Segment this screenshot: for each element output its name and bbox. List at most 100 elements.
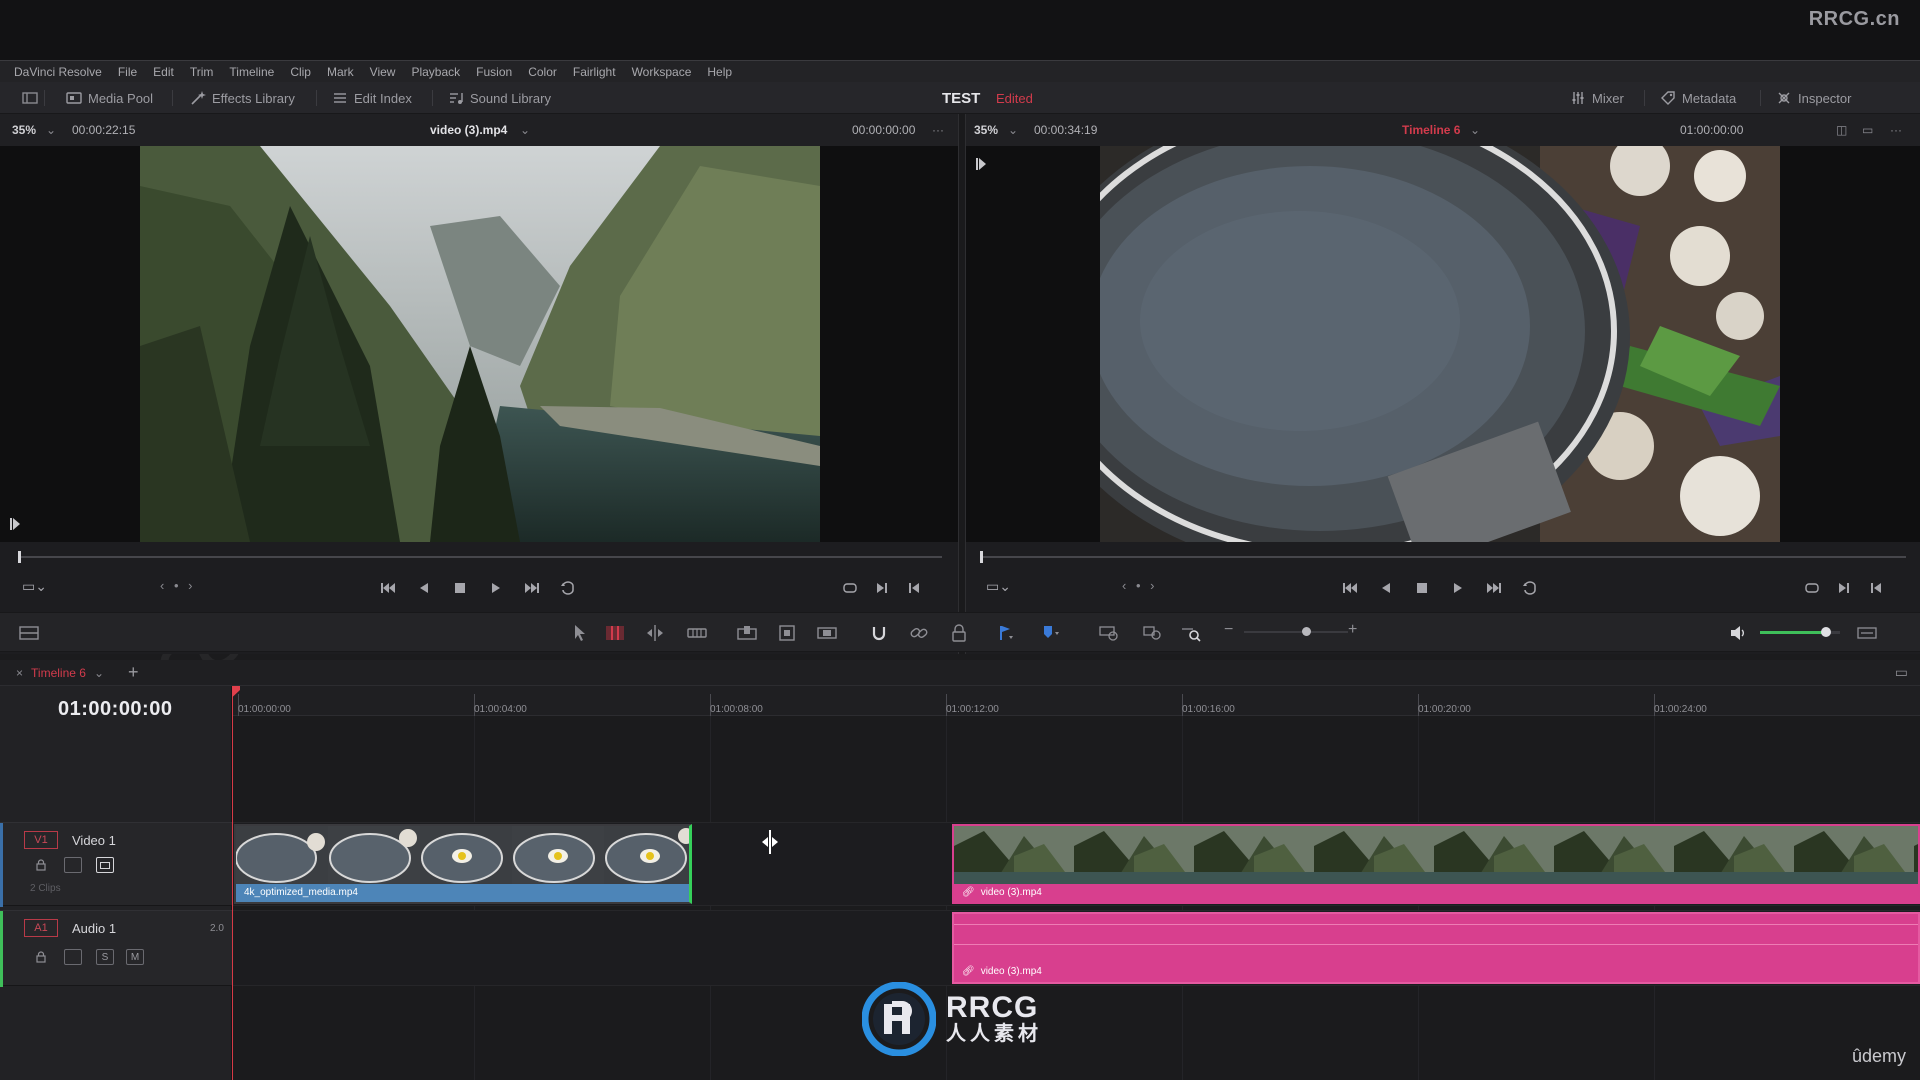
loop-icon[interactable] xyxy=(558,578,578,598)
lock-icon[interactable] xyxy=(32,949,50,965)
replace-clip-icon[interactable] xyxy=(816,623,838,643)
source-clip-name[interactable]: video (3).mp4 xyxy=(430,123,507,137)
media-pool-button[interactable]: Media Pool xyxy=(58,87,161,109)
timeline-viewer-playhead[interactable] xyxy=(980,551,983,563)
video-track-name[interactable]: Video 1 xyxy=(72,833,116,848)
skip-to-end-icon[interactable] xyxy=(522,578,542,598)
zoom-slider[interactable] xyxy=(1244,631,1348,633)
position-lock-icon[interactable] xyxy=(948,623,970,643)
menu-davinci-resolve[interactable]: DaVinci Resolve xyxy=(6,65,110,79)
viewer-mode-icon[interactable]: ◫ xyxy=(1836,123,1847,137)
mixer-button[interactable]: Mixer xyxy=(1562,87,1632,109)
play-reverse-icon[interactable] xyxy=(1376,578,1396,598)
video-track-header[interactable]: V1 Video 1 2 Clips xyxy=(0,822,232,907)
menu-color[interactable]: Color xyxy=(520,65,565,79)
mark-out-icon[interactable] xyxy=(1866,578,1886,598)
blade-icon[interactable] xyxy=(686,623,708,643)
marker-icon[interactable] xyxy=(1040,623,1062,643)
chevron-down-icon[interactable]: ⌄ xyxy=(94,666,104,680)
audio-meter-icon[interactable] xyxy=(1856,623,1878,643)
solo-button[interactable]: S xyxy=(96,949,114,965)
menu-playback[interactable]: Playback xyxy=(403,65,468,79)
snapping-magnet-icon[interactable] xyxy=(868,623,890,643)
timeline-ruler[interactable]: 01:00:00:00 01:00:04:00 01:00:08:00 01:0… xyxy=(232,686,1920,716)
panel-toggle-button[interactable] xyxy=(14,87,46,109)
menu-clip[interactable]: Clip xyxy=(282,65,319,79)
chevron-down-icon[interactable]: ⌄ xyxy=(1470,123,1480,137)
play-icon[interactable] xyxy=(1448,578,1468,598)
chevron-down-icon[interactable]: ⌄ xyxy=(46,123,56,137)
zoom-detail-icon[interactable] xyxy=(1142,623,1164,643)
menu-mark[interactable]: Mark xyxy=(319,65,362,79)
close-icon[interactable]: × xyxy=(16,666,23,680)
viewer-options-icon[interactable]: ▭⌄ xyxy=(986,578,1011,595)
loop-icon[interactable] xyxy=(1520,578,1540,598)
expand-panel-icon[interactable]: ▭ xyxy=(1895,664,1908,681)
tab-timeline[interactable]: × Timeline 6 ⌄ xyxy=(8,664,112,682)
timeline-name-select[interactable]: Timeline 6 xyxy=(1402,123,1460,137)
menu-trim[interactable]: Trim xyxy=(182,65,222,79)
mark-in-icon[interactable] xyxy=(976,156,986,172)
jog-control[interactable]: ‹ • › xyxy=(1122,578,1157,593)
source-scrubber[interactable] xyxy=(18,556,942,558)
play-icon[interactable] xyxy=(486,578,506,598)
source-playhead[interactable] xyxy=(18,551,21,563)
mark-in-icon[interactable] xyxy=(10,516,20,532)
match-frame-icon[interactable] xyxy=(840,578,860,598)
menu-fairlight[interactable]: Fairlight xyxy=(565,65,624,79)
skip-to-start-icon[interactable] xyxy=(378,578,398,598)
video-clip-video-3[interactable]: 🔗︎ video (3).mp4 xyxy=(952,824,1920,904)
timeline-playhead[interactable] xyxy=(232,686,240,1080)
audio-track-header[interactable]: A1 Audio 1 2.0 S M xyxy=(0,910,232,987)
mark-in-icon[interactable] xyxy=(872,578,892,598)
zoom-slider-handle[interactable] xyxy=(1302,627,1311,636)
video-clip-4k-optimized[interactable]: 4k_optimized_media.mp4 xyxy=(234,824,692,904)
skip-to-start-icon[interactable] xyxy=(1340,578,1360,598)
track-visibility-icon[interactable] xyxy=(96,857,114,873)
menu-fusion[interactable]: Fusion xyxy=(468,65,520,79)
source-zoom[interactable]: 35% xyxy=(12,123,36,137)
overwrite-clip-icon[interactable] xyxy=(776,623,798,643)
insert-clip-icon[interactable] xyxy=(736,623,758,643)
menu-edit[interactable]: Edit xyxy=(145,65,182,79)
timeline-view-options-icon[interactable] xyxy=(18,623,40,643)
dynamic-trim-icon[interactable] xyxy=(644,623,666,643)
jog-control[interactable]: ‹ • › xyxy=(160,578,195,593)
audio-clip-video-3[interactable]: 🔗︎ video (3).mp4 xyxy=(952,912,1920,984)
chevron-down-icon[interactable]: ⌄ xyxy=(520,123,530,137)
more-options-icon[interactable]: ··· xyxy=(1890,123,1902,137)
auto-track-select-icon[interactable] xyxy=(64,857,82,873)
timeline-canvas[interactable]: 01:00:00:00 01:00:04:00 01:00:08:00 01:0… xyxy=(232,686,1920,1080)
auto-track-select-icon[interactable] xyxy=(64,949,82,965)
chevron-down-icon[interactable]: ⌄ xyxy=(1008,123,1018,137)
menu-view[interactable]: View xyxy=(362,65,404,79)
source-viewer[interactable] xyxy=(0,146,958,542)
more-options-icon[interactable]: ··· xyxy=(932,123,944,137)
zoom-custom-icon[interactable] xyxy=(1180,623,1202,643)
viewer-options-icon[interactable]: ▭⌄ xyxy=(22,578,47,595)
speaker-icon[interactable] xyxy=(1728,623,1750,643)
selection-arrow-icon[interactable] xyxy=(568,623,590,643)
volume-slider-handle[interactable] xyxy=(1820,627,1831,637)
skip-to-end-icon[interactable] xyxy=(1484,578,1504,598)
menu-workspace[interactable]: Workspace xyxy=(624,65,700,79)
mark-out-icon[interactable] xyxy=(904,578,924,598)
audio-track-name[interactable]: Audio 1 xyxy=(72,921,116,936)
play-reverse-icon[interactable] xyxy=(414,578,434,598)
timeline-zoom[interactable]: 35% xyxy=(974,123,998,137)
sound-library-button[interactable]: Sound Library xyxy=(440,87,559,109)
add-timeline-tab-button[interactable]: + xyxy=(128,662,139,683)
timeline-viewer[interactable] xyxy=(966,146,1920,542)
match-frame-icon[interactable] xyxy=(1802,578,1822,598)
stop-icon[interactable] xyxy=(1412,578,1432,598)
mute-button[interactable]: M xyxy=(126,949,144,965)
playhead-handle-icon[interactable] xyxy=(232,686,240,697)
trim-edit-icon[interactable] xyxy=(604,623,626,643)
menu-help[interactable]: Help xyxy=(699,65,740,79)
menu-file[interactable]: File xyxy=(110,65,145,79)
linked-selection-icon[interactable] xyxy=(908,623,930,643)
menu-timeline[interactable]: Timeline xyxy=(221,65,282,79)
edit-index-button[interactable]: Edit Index xyxy=(324,87,420,109)
zoom-full-icon[interactable] xyxy=(1098,623,1120,643)
zoom-in-icon[interactable]: + xyxy=(1348,621,1357,639)
